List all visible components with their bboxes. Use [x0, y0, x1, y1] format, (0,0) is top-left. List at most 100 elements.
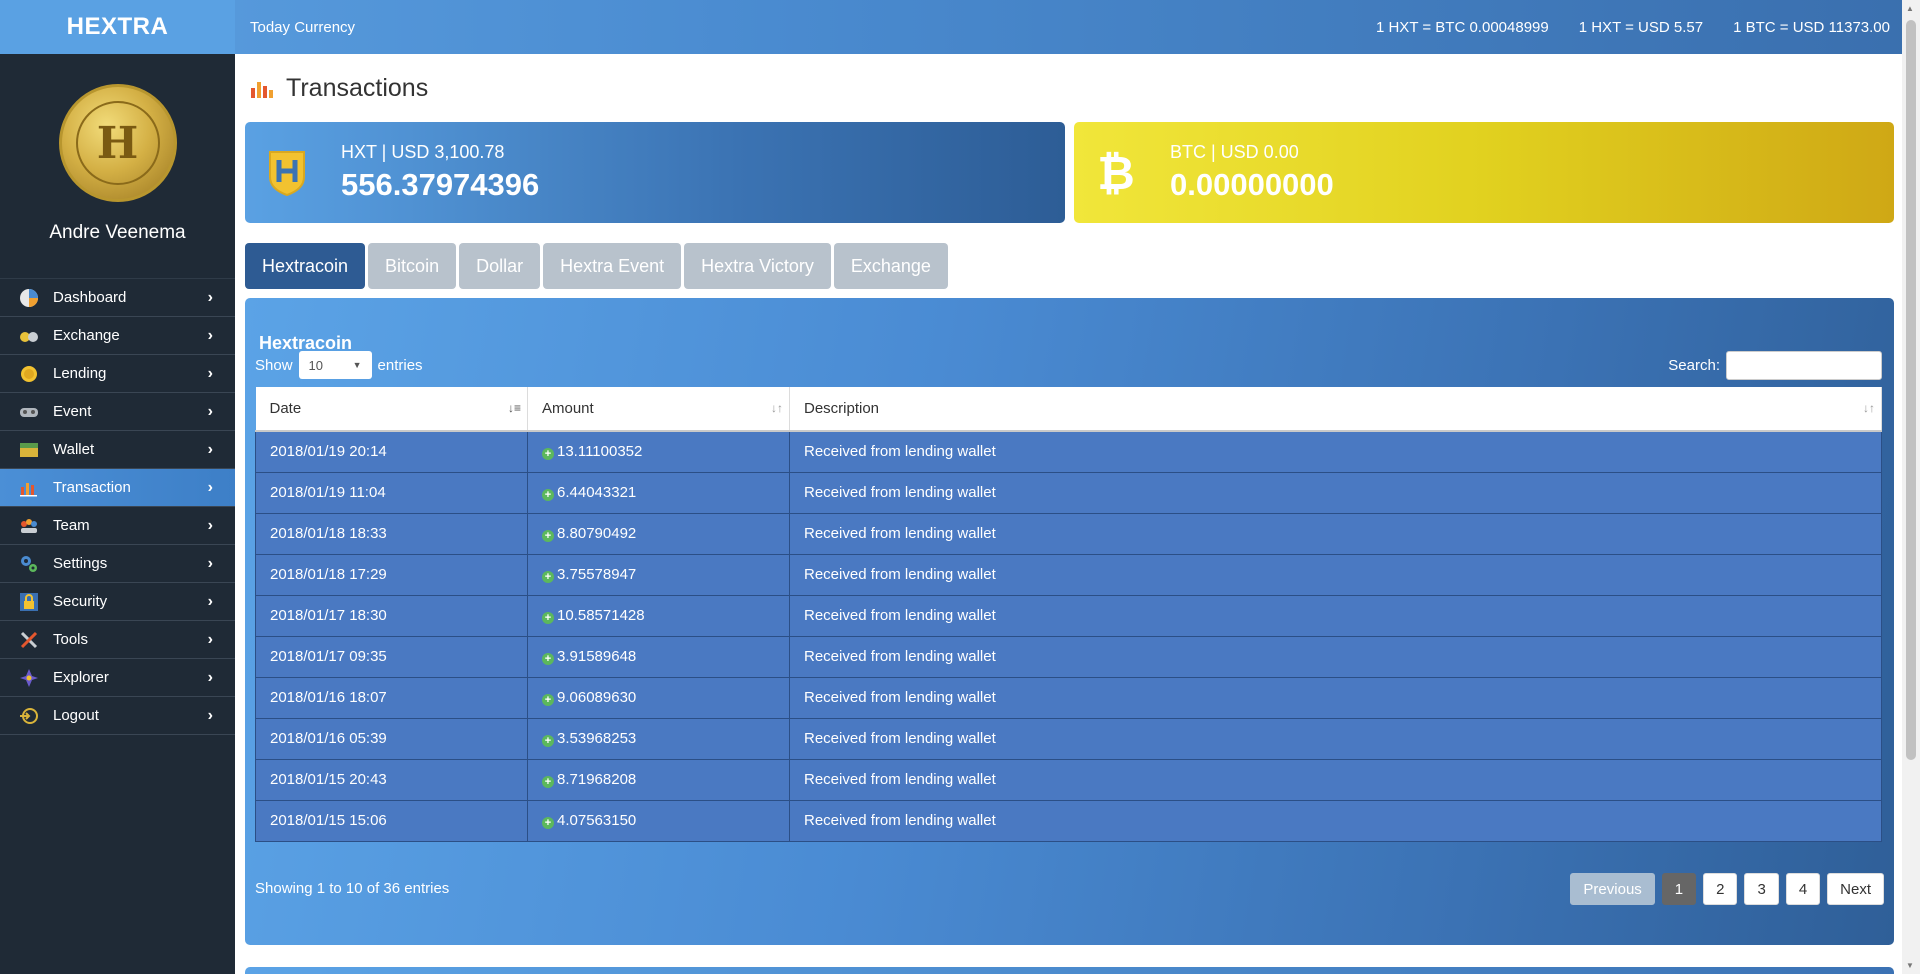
sidebar-item-wallet[interactable]: Wallet › [0, 431, 235, 469]
sidebar-item-settings[interactable]: Settings › [0, 545, 235, 583]
date-cell: 2018/01/16 05:39 [255, 718, 528, 760]
entries-label: entries [377, 356, 423, 374]
page-4-button[interactable]: 4 [1785, 873, 1821, 905]
tab-dollar[interactable]: Dollar [459, 243, 541, 289]
chevron-right-icon: › [207, 516, 213, 534]
sidebar-item-transaction[interactable]: Transaction › [0, 469, 235, 507]
brand-logo[interactable]: HEXTRA [0, 0, 235, 54]
currency-tabs: Hextracoin Bitcoin Dollar Hextra Event H… [245, 243, 948, 289]
sort-icon: ↓↑ [1863, 401, 1875, 415]
sidebar-item-event[interactable]: Event › [0, 393, 235, 431]
amount-value: 3.75578947 [557, 566, 637, 583]
tab-hextra-victory[interactable]: Hextra Victory [684, 243, 831, 289]
amount-value: 9.06089630 [557, 689, 637, 706]
plus-circle-icon: + [542, 571, 554, 583]
sidebar-item-logout[interactable]: Logout › [0, 697, 235, 735]
btc-usd-label: BTC | USD 0.00 [1170, 142, 1299, 162]
sidebar-item-explorer[interactable]: Explorer › [0, 659, 235, 697]
search-input[interactable] [1726, 351, 1882, 380]
caret-down-icon: ▼ [352, 360, 362, 370]
plus-circle-icon: + [542, 776, 554, 788]
transactions-panel: Hextracoin Show 10 ▼ entries Search: Dat… [245, 298, 1894, 945]
sidebar-item-tools[interactable]: Tools › [0, 621, 235, 659]
explorer-icon [18, 667, 40, 689]
wallet-icon [18, 439, 40, 461]
table-search: Search: [1668, 351, 1882, 380]
sidebar-item-lending[interactable]: Lending › [0, 355, 235, 393]
transactions-table: Date ↓≡ Amount ↓↑ Description ↓↑ 2018/01… [255, 387, 1882, 842]
column-header-date[interactable]: Date ↓≡ [255, 387, 528, 432]
sidebar-item-label: Logout [53, 707, 99, 724]
settings-icon [18, 553, 40, 575]
column-header-amount[interactable]: Amount ↓↑ [527, 387, 790, 432]
amount-value: 8.80790492 [557, 525, 637, 542]
scrollbar-thumb[interactable] [1906, 20, 1916, 760]
tab-hextracoin[interactable]: Hextracoin [245, 243, 366, 289]
amount-cell: +9.06089630 [527, 677, 790, 719]
pagination: Previous 1 2 3 4 Next [1570, 873, 1884, 905]
column-header-description[interactable]: Description ↓↑ [789, 387, 1882, 432]
table-row: 2018/01/15 15:06 +4.07563150 Received fr… [255, 800, 1882, 842]
description-cell: Received from lending wallet [789, 759, 1882, 801]
page-3-button[interactable]: 3 [1744, 873, 1779, 905]
bar-chart-icon [251, 80, 277, 98]
sidebar-menu: Dashboard › Exchange › Lending › Event ›… [0, 278, 235, 735]
chevron-right-icon: › [207, 364, 213, 382]
table-row: 2018/01/19 11:04 +6.44043321 Received fr… [255, 472, 1882, 514]
plus-circle-icon: + [542, 694, 554, 706]
transaction-icon [18, 477, 40, 499]
tab-bitcoin[interactable]: Bitcoin [368, 243, 457, 289]
user-profile: H Andre Veenema [0, 54, 235, 278]
scroll-up-arrow-icon[interactable]: ▲ [1906, 4, 1914, 13]
sidebar-item-exchange[interactable]: Exchange › [0, 317, 235, 355]
btc-balance: 0.00000000 [1170, 167, 1334, 202]
avatar[interactable]: H [58, 84, 177, 202]
page-1-button[interactable]: 1 [1661, 873, 1697, 905]
hxt-usd-label: HXT | USD 3,100.78 [341, 142, 505, 162]
description-cell: Received from lending wallet [789, 800, 1882, 842]
show-label: Show [255, 356, 293, 374]
plus-circle-icon: + [542, 530, 554, 542]
amount-cell: +3.53968253 [527, 718, 790, 760]
sidebar-item-label: Security [53, 593, 108, 610]
description-cell: Received from lending wallet [789, 554, 1882, 596]
plus-circle-icon: + [542, 448, 554, 461]
sidebar-item-label: Team [53, 517, 90, 534]
rate-hxt-btc: 1 HXT = BTC 0.00048999 [1375, 18, 1549, 36]
chevron-right-icon: › [207, 668, 213, 686]
description-cell: Received from lending wallet [789, 513, 1882, 555]
sidebar-item-security[interactable]: Security › [0, 583, 235, 621]
sidebar-item-label: Lending [53, 365, 107, 382]
description-cell: Received from lending wallet [789, 677, 1882, 719]
dashboard-icon [18, 287, 40, 309]
date-cell: 2018/01/17 18:30 [255, 595, 528, 637]
amount-cell: +6.44043321 [527, 472, 790, 514]
sidebar-item-label: Exchange [53, 327, 120, 344]
sidebar-item-label: Event [53, 403, 92, 420]
amount-cell: +3.91589648 [527, 636, 790, 678]
amount-value: 3.91589648 [557, 648, 637, 665]
scroll-down-arrow-icon[interactable]: ▼ [1906, 961, 1914, 970]
sidebar-item-dashboard[interactable]: Dashboard › [0, 279, 235, 317]
amount-value: 4.07563150 [557, 812, 637, 829]
sidebar-item-team[interactable]: Team › [0, 507, 235, 545]
plus-circle-icon: + [542, 489, 554, 501]
event-icon [18, 401, 40, 423]
rate-hxt-usd: 1 HXT = USD 5.57 [1578, 18, 1704, 36]
next-page-button[interactable]: Next [1827, 873, 1884, 905]
sidebar: H Andre Veenema Dashboard › Exchange › L… [0, 54, 235, 974]
sidebar-item-label: Explorer [53, 669, 109, 686]
table-row: 2018/01/15 20:43 +8.71968208 Received fr… [255, 759, 1882, 801]
top-bar: HEXTRA Today Currency 1 HXT = BTC 0.0004… [0, 0, 1920, 54]
previous-page-button[interactable]: Previous [1570, 873, 1655, 905]
page-2-button[interactable]: 2 [1703, 873, 1738, 905]
description-cell: Received from lending wallet [789, 472, 1882, 514]
tab-hextra-event[interactable]: Hextra Event [543, 243, 682, 289]
tab-exchange[interactable]: Exchange [833, 243, 948, 289]
page-scrollbar[interactable]: ▲ ▼ [1902, 0, 1920, 974]
table-row: 2018/01/18 18:33 +8.80790492 Received fr… [255, 513, 1882, 555]
description-cell: Received from lending wallet [789, 431, 1882, 473]
entries-select[interactable]: 10 ▼ [298, 351, 372, 379]
entries-length-control: Show 10 ▼ entries [255, 351, 423, 379]
secondary-panel-edge [245, 967, 1894, 974]
